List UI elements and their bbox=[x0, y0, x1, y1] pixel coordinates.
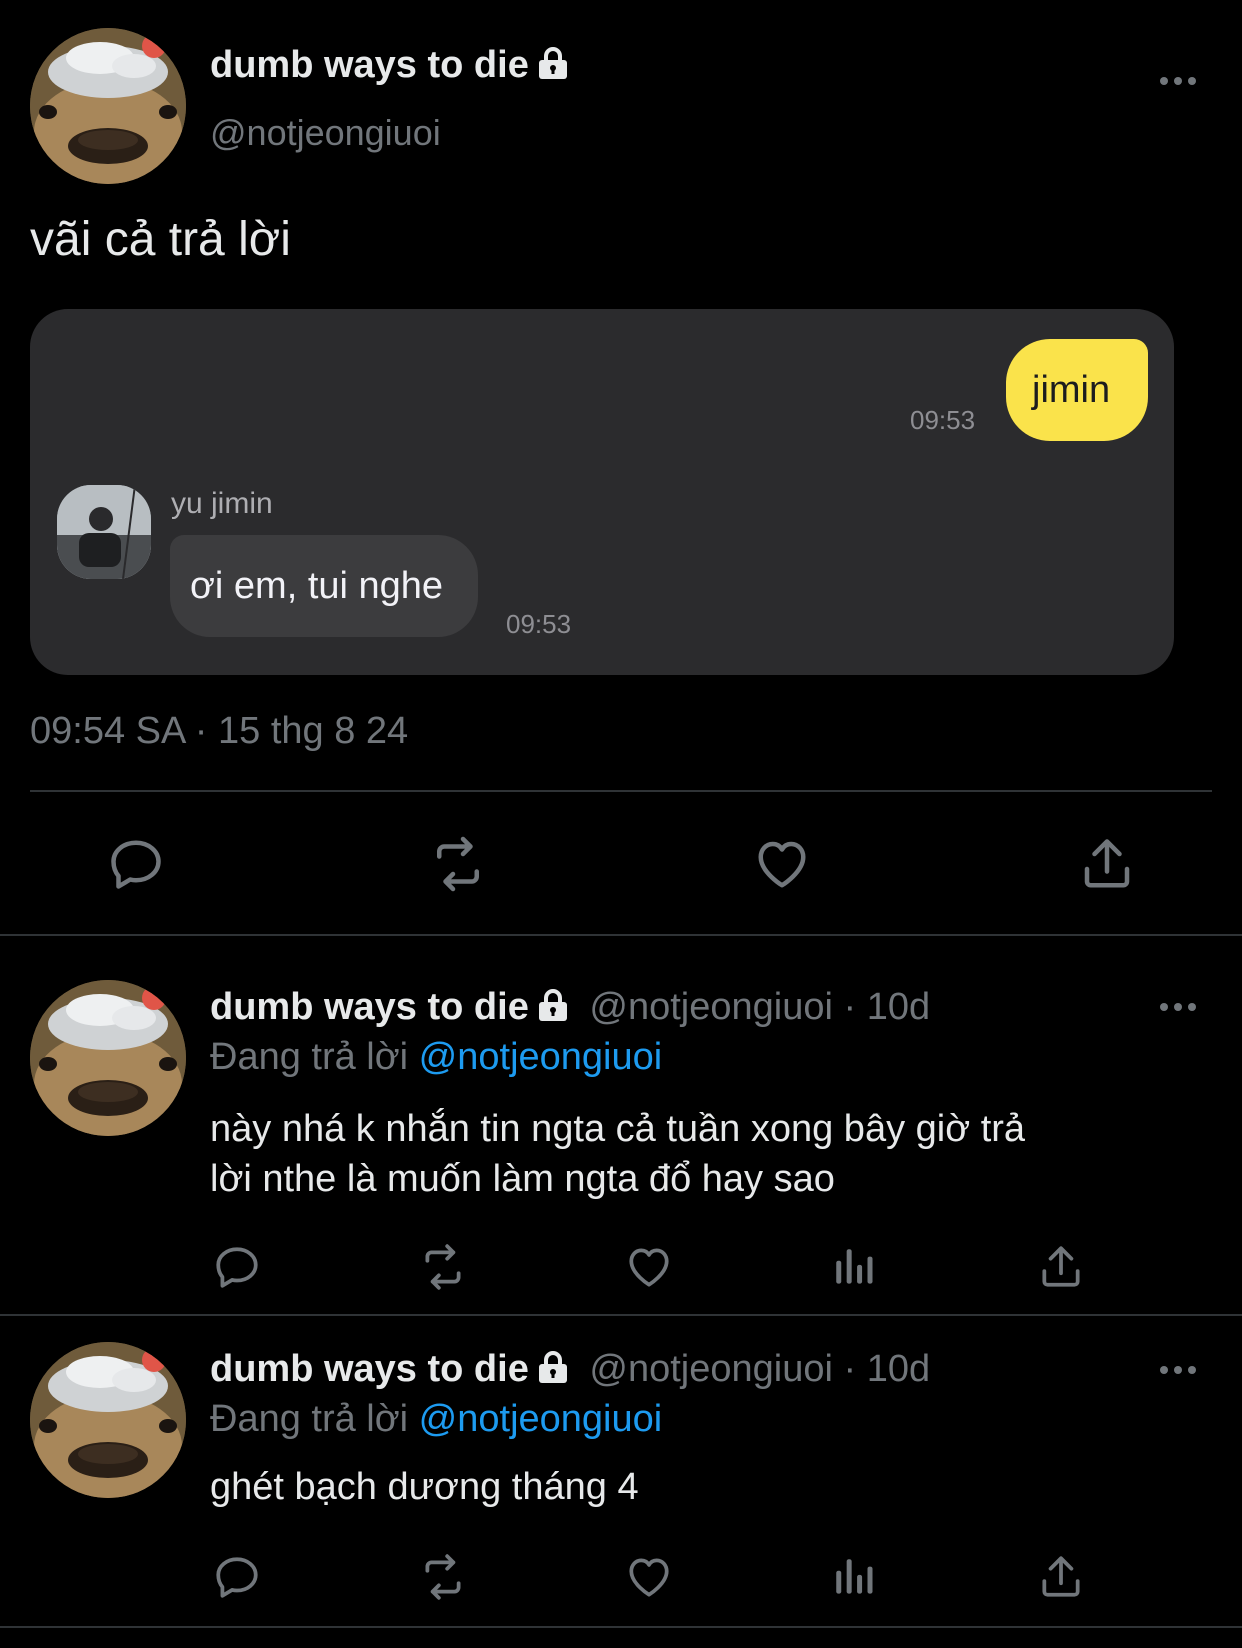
reply-divider bbox=[0, 1626, 1242, 1628]
sent-message: jimin bbox=[1032, 369, 1111, 411]
received-time: 09:53 bbox=[506, 609, 572, 639]
reply-age[interactable]: · 10d bbox=[843, 1348, 930, 1390]
views-icon[interactable] bbox=[830, 1242, 880, 1292]
tweet-divider bbox=[0, 934, 1242, 936]
avatar[interactable] bbox=[30, 28, 186, 184]
contact-avatar bbox=[57, 485, 151, 579]
lock-icon bbox=[535, 987, 571, 1023]
like-icon[interactable] bbox=[752, 834, 812, 894]
timestamp-divider bbox=[30, 790, 1212, 792]
reply-icon[interactable] bbox=[212, 1552, 262, 1602]
reply-icon[interactable] bbox=[106, 834, 166, 894]
more-icon[interactable] bbox=[1160, 1003, 1196, 1011]
received-message: ơi em, tui nghe bbox=[190, 565, 444, 607]
replying-label: Đang trả lời bbox=[210, 1398, 409, 1440]
lock-icon bbox=[535, 1349, 571, 1385]
share-icon[interactable] bbox=[1036, 1242, 1086, 1292]
received-bubble: ơi em, tui nghe bbox=[170, 535, 478, 637]
reply-avatar[interactable] bbox=[30, 1342, 186, 1498]
share-icon[interactable] bbox=[1077, 834, 1137, 894]
sent-bubble: jimin bbox=[1006, 339, 1148, 441]
retweet-icon[interactable] bbox=[428, 834, 488, 894]
tweet-timestamp[interactable]: 09:54 SA · 15 thg 8 24 bbox=[30, 710, 408, 753]
display-name[interactable]: dumb ways to die bbox=[210, 44, 571, 87]
handle[interactable]: @notjeongiuoi bbox=[210, 112, 441, 154]
share-icon[interactable] bbox=[1036, 1552, 1086, 1602]
reply-handle[interactable]: @notjeongiuoi bbox=[589, 986, 833, 1028]
reply-age[interactable]: · 10d bbox=[843, 986, 930, 1028]
replying-handle-link[interactable]: @notjeongiuoi bbox=[419, 1036, 663, 1078]
contact-name: yu jimin bbox=[171, 487, 273, 520]
sent-time: 09:53 bbox=[910, 405, 976, 435]
retweet-icon[interactable] bbox=[418, 1242, 468, 1292]
replying-to: Đang trả lời @notjeongiuoi bbox=[210, 1036, 662, 1079]
replying-handle-link[interactable]: @notjeongiuoi bbox=[419, 1398, 663, 1440]
reply-divider bbox=[0, 1314, 1242, 1316]
reply-avatar[interactable] bbox=[30, 980, 186, 1136]
replying-label: Đang trả lời bbox=[210, 1036, 409, 1078]
reply-text-line: này nhá k nhắn tin ngta cả tuần xong bây… bbox=[210, 1108, 1026, 1150]
tweet-text: vãi cả trả lời bbox=[30, 213, 291, 266]
more-icon[interactable] bbox=[1160, 77, 1196, 85]
reply-text: ghét bạch dương tháng 4 bbox=[210, 1466, 639, 1508]
reply-display-name[interactable]: dumb ways to die bbox=[210, 1348, 529, 1390]
reply-icon[interactable] bbox=[212, 1242, 262, 1292]
like-icon[interactable] bbox=[624, 1552, 674, 1602]
replying-to: Đang trả lời @notjeongiuoi bbox=[210, 1398, 662, 1441]
like-icon[interactable] bbox=[624, 1242, 674, 1292]
reply-header: dumb ways to die @notjeongiuoi · 10d bbox=[210, 986, 930, 1029]
views-icon[interactable] bbox=[830, 1552, 880, 1602]
chat-screenshot[interactable]: 09:53 jimin yu jimin ơi em, tui nghe 09:… bbox=[30, 309, 1174, 675]
reply-handle[interactable]: @notjeongiuoi bbox=[589, 1348, 833, 1390]
reply-header: dumb ways to die @notjeongiuoi · 10d bbox=[210, 1348, 930, 1391]
display-name-text: dumb ways to die bbox=[210, 44, 529, 86]
more-icon[interactable] bbox=[1160, 1366, 1196, 1374]
reply-text: này nhá k nhắn tin ngta cả tuần xong bây… bbox=[210, 1104, 1025, 1204]
lock-icon bbox=[535, 45, 571, 81]
retweet-icon[interactable] bbox=[418, 1552, 468, 1602]
reply-text-line: lời nthe là muốn làm ngta đổ hay sao bbox=[210, 1158, 835, 1200]
reply-display-name[interactable]: dumb ways to die bbox=[210, 986, 529, 1028]
